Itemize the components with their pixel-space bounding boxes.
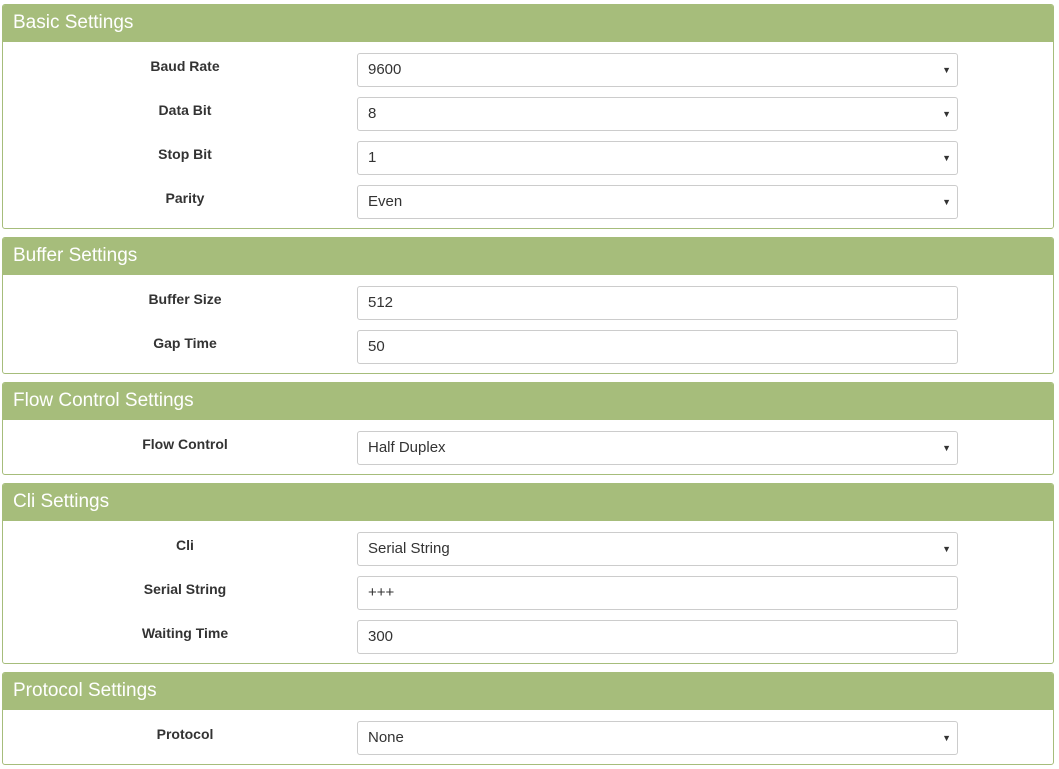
data-bit-row: Data Bit 8 ▼ [3, 97, 1053, 131]
basic-settings-panel: Basic Settings Baud Rate 9600 ▼ Data Bit… [2, 4, 1054, 229]
gap-time-value: 50 [368, 338, 385, 355]
cli-row: Cli Serial String ▼ [3, 532, 1053, 566]
serial-string-label: Serial String [143, 581, 227, 597]
caret-down-icon: ▼ [942, 109, 951, 119]
stop-bit-label: Stop Bit [158, 146, 212, 162]
protocol-row: Protocol None ▼ [3, 721, 1053, 755]
waiting-time-label: Waiting Time [141, 625, 229, 641]
caret-down-icon: ▼ [942, 733, 951, 743]
gap-time-input[interactable]: 50 [357, 330, 958, 364]
flow-control-settings-panel: Flow Control Settings Flow Control Half … [2, 382, 1054, 475]
baud-rate-label: Baud Rate [150, 58, 220, 74]
serial-string-value: +++ [368, 584, 395, 601]
cli-settings-panel: Cli Settings Cli Serial String ▼ Serial … [2, 483, 1054, 664]
baud-rate-select[interactable]: 9600 ▼ [357, 53, 958, 87]
flow-control-settings-title: Flow Control Settings [3, 383, 1053, 420]
baud-rate-value: 9600 [368, 61, 402, 78]
flow-control-row: Flow Control Half Duplex ▼ [3, 431, 1053, 465]
baud-rate-row: Baud Rate 9600 ▼ [3, 53, 1053, 87]
buffer-size-value: 512 [368, 294, 394, 311]
waiting-time-row: Waiting Time 300 [3, 620, 1053, 654]
serial-string-input[interactable]: +++ [357, 576, 958, 610]
flow-control-select[interactable]: Half Duplex ▼ [357, 431, 958, 465]
buffer-size-input[interactable]: 512 [357, 286, 958, 320]
waiting-time-value: 300 [368, 628, 394, 645]
parity-select[interactable]: Even ▼ [357, 185, 958, 219]
stop-bit-value: 1 [368, 149, 377, 166]
buffer-settings-title: Buffer Settings [3, 238, 1053, 275]
parity-label: Parity [165, 190, 205, 206]
protocol-select[interactable]: None ▼ [357, 721, 958, 755]
gap-time-label: Gap Time [153, 335, 217, 351]
data-bit-select[interactable]: 8 ▼ [357, 97, 958, 131]
caret-down-icon: ▼ [942, 544, 951, 554]
basic-settings-title: Basic Settings [3, 5, 1053, 42]
gap-time-row: Gap Time 50 [3, 330, 1053, 364]
caret-down-icon: ▼ [942, 153, 951, 163]
data-bit-label: Data Bit [158, 102, 212, 118]
waiting-time-input[interactable]: 300 [357, 620, 958, 654]
buffer-settings-panel: Buffer Settings Buffer Size 512 Gap Time… [2, 237, 1054, 374]
cli-label: Cli [176, 537, 194, 553]
stop-bit-select[interactable]: 1 ▼ [357, 141, 958, 175]
buffer-size-row: Buffer Size 512 [3, 286, 1053, 320]
protocol-settings-title: Protocol Settings [3, 673, 1053, 710]
cli-select[interactable]: Serial String ▼ [357, 532, 958, 566]
protocol-settings-panel: Protocol Settings Protocol None ▼ [2, 672, 1054, 765]
caret-down-icon: ▼ [942, 65, 951, 75]
parity-value: Even [368, 193, 403, 210]
parity-row: Parity Even ▼ [3, 185, 1053, 219]
cli-settings-title: Cli Settings [3, 484, 1053, 521]
flow-control-label: Flow Control [142, 436, 228, 452]
buffer-size-label: Buffer Size [148, 291, 222, 307]
caret-down-icon: ▼ [942, 197, 951, 207]
caret-down-icon: ▼ [942, 443, 951, 453]
stop-bit-row: Stop Bit 1 ▼ [3, 141, 1053, 175]
serial-string-row: Serial String +++ [3, 576, 1053, 610]
data-bit-value: 8 [368, 105, 377, 122]
cli-value: Serial String [368, 540, 450, 557]
protocol-value: None [368, 729, 404, 746]
flow-control-value: Half Duplex [368, 439, 446, 456]
protocol-label: Protocol [156, 726, 214, 742]
